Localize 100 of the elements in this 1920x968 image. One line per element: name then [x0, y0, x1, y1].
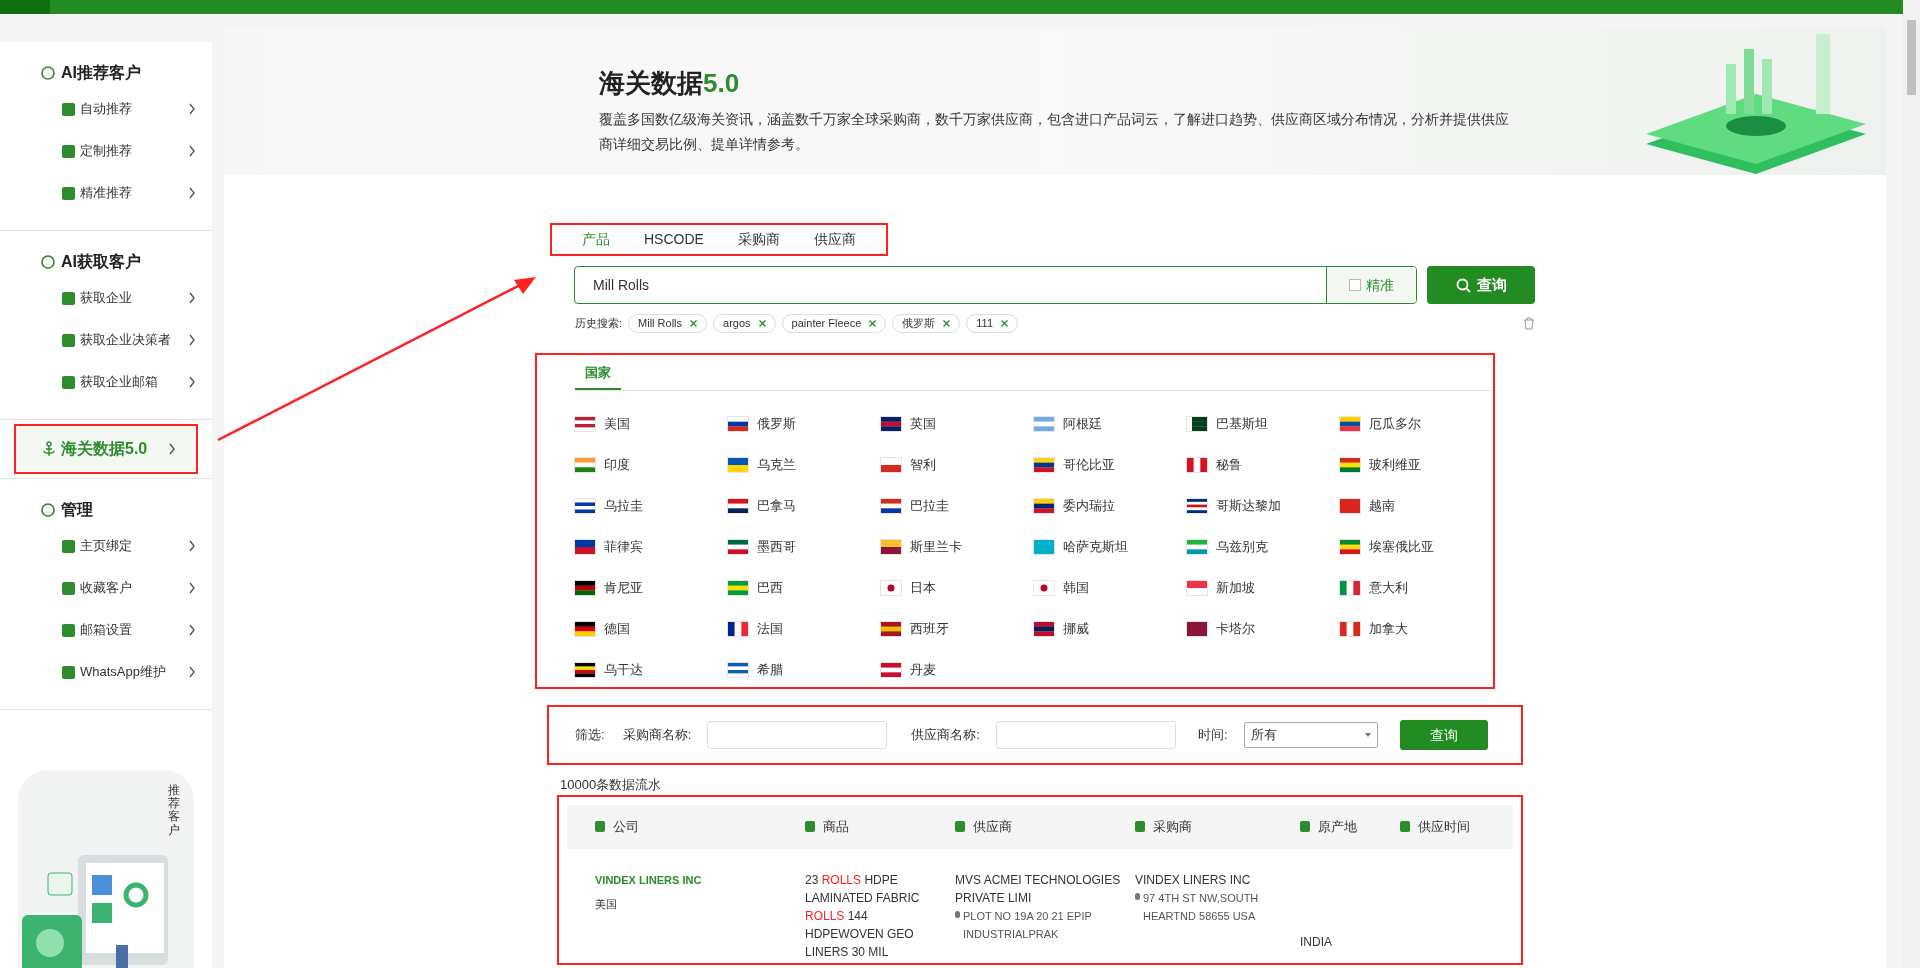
- promo-caption: 推荐客户: [168, 784, 180, 837]
- search-button[interactable]: 查询: [1427, 266, 1535, 304]
- flag-icon: [1187, 458, 1207, 472]
- section-icon: [40, 254, 56, 270]
- flag-icon: [1034, 458, 1054, 472]
- country-link[interactable]: 肯尼亚: [604, 578, 643, 598]
- supplier-input[interactable]: [995, 721, 1176, 749]
- country-link[interactable]: 哥伦比亚: [1063, 455, 1115, 475]
- country-link[interactable]: 乌干达: [604, 660, 643, 680]
- country-link[interactable]: 阿根廷: [1063, 414, 1102, 434]
- menu-item[interactable]: 自动推荐: [0, 88, 212, 130]
- search-field[interactable]: Mill Rolls 精准: [574, 266, 1417, 304]
- country-link[interactable]: 埃塞俄比亚: [1369, 537, 1434, 557]
- country-link[interactable]: 乌拉圭: [604, 496, 643, 516]
- country-link[interactable]: 希腊: [757, 660, 783, 680]
- country-link[interactable]: 乌克兰: [757, 455, 796, 475]
- flag-icon: [575, 663, 595, 677]
- country-link[interactable]: 英国: [910, 414, 936, 434]
- chevron-right-icon: [168, 443, 176, 455]
- menu-item[interactable]: 获取企业决策者: [0, 319, 212, 361]
- country-link[interactable]: 意大利: [1369, 578, 1408, 598]
- country-link[interactable]: 卡塔尔: [1216, 619, 1255, 639]
- remove-icon[interactable]: [943, 320, 951, 327]
- flag-icon: [728, 622, 748, 636]
- country-link[interactable]: 德国: [604, 619, 630, 639]
- section-icon: [40, 502, 56, 518]
- country-link[interactable]: 菲律宾: [604, 537, 643, 557]
- menu-item-icon: [62, 623, 75, 637]
- page-description: 覆盖多国数亿级海关资讯，涵盖数千万家全球采购商，数千万家供应商，包含进口产品词云，了解进口趋势、供应商区域分布情况，分析并提供供应商详细交易比例、提单详情参考。: [599, 110, 1510, 154]
- country-link[interactable]: 智利: [910, 455, 936, 475]
- remove-icon[interactable]: [758, 320, 766, 327]
- search-icon: [1455, 277, 1471, 293]
- country-link[interactable]: 巴西: [757, 578, 783, 598]
- supplier-name: MVS ACMEI TECHNOLOGIES PRIVATE LIMI: [955, 871, 1122, 907]
- flag-icon: [728, 417, 748, 431]
- anchor-icon: [42, 441, 56, 457]
- flag-icon: [1187, 540, 1207, 554]
- country-link[interactable]: 俄罗斯: [757, 414, 796, 434]
- buyer-input[interactable]: [707, 721, 888, 749]
- column-icon: [805, 821, 815, 832]
- country-link[interactable]: 印度: [604, 455, 630, 475]
- menu-item[interactable]: WhatsApp维护: [0, 651, 212, 693]
- remove-icon[interactable]: [1001, 320, 1009, 327]
- column-header: 公司: [613, 817, 639, 836]
- country-link[interactable]: 玻利维亚: [1369, 455, 1421, 475]
- menu-item[interactable]: 邮箱设置: [0, 609, 212, 651]
- flag-icon: [1034, 417, 1054, 431]
- country-link[interactable]: 乌兹别克: [1216, 537, 1268, 557]
- remove-icon[interactable]: [690, 320, 698, 327]
- chevron-right-icon: [188, 666, 196, 678]
- country-link[interactable]: 秘鲁: [1216, 455, 1242, 475]
- remove-icon[interactable]: [869, 320, 877, 327]
- country-link[interactable]: 斯里兰卡: [910, 537, 962, 557]
- menu-item[interactable]: 海关数据5.0: [16, 426, 196, 472]
- chevron-right-icon: [188, 145, 196, 157]
- country-link[interactable]: 越南: [1369, 496, 1395, 516]
- trash-icon[interactable]: [1523, 317, 1535, 330]
- menu-item[interactable]: 获取企业邮箱: [0, 361, 212, 403]
- filter-search-button[interactable]: 查询: [1399, 720, 1488, 750]
- country-tab[interactable]: 国家: [575, 362, 621, 390]
- country-link[interactable]: 哈萨克斯坦: [1063, 537, 1128, 557]
- country-link[interactable]: 法国: [757, 619, 783, 639]
- country-link[interactable]: 美国: [604, 414, 630, 434]
- chevron-right-icon: [188, 187, 196, 199]
- exact-checkbox[interactable]: 精准: [1326, 267, 1416, 303]
- search-tab[interactable]: 采购商: [737, 229, 780, 250]
- search-tab[interactable]: HSCODE: [644, 229, 704, 250]
- menu-item-icon: [62, 581, 75, 595]
- country-link[interactable]: 墨西哥: [757, 537, 796, 557]
- country-link[interactable]: 巴拿马: [757, 496, 796, 516]
- menu-item[interactable]: 收藏客户: [0, 567, 212, 609]
- menu-item[interactable]: 获取企业: [0, 277, 212, 319]
- country-link[interactable]: 韩国: [1063, 578, 1089, 598]
- flag-icon: [1187, 622, 1207, 636]
- time-select[interactable]: 所有: [1243, 722, 1378, 748]
- menu-item[interactable]: 定制推荐: [0, 130, 212, 172]
- country-link[interactable]: 日本: [910, 578, 936, 598]
- column-header: 采购商: [1153, 817, 1192, 836]
- country-link[interactable]: 新加坡: [1216, 578, 1255, 598]
- flag-icon: [1187, 581, 1207, 595]
- menu-item-icon: [62, 102, 75, 116]
- flag-icon: [1034, 622, 1054, 636]
- country-link[interactable]: 挪威: [1063, 619, 1089, 639]
- search-tab[interactable]: 产品: [582, 229, 610, 250]
- country-link[interactable]: 巴基斯坦: [1216, 414, 1268, 434]
- country-link[interactable]: 西班牙: [910, 619, 949, 639]
- country-link[interactable]: 巴拉圭: [910, 496, 949, 516]
- flag-icon: [575, 499, 595, 513]
- country-link[interactable]: 加拿大: [1369, 619, 1408, 639]
- country-link[interactable]: 委内瑞拉: [1063, 496, 1115, 516]
- column-header: 供应时间: [1418, 817, 1470, 836]
- menu-item[interactable]: 主页绑定: [0, 525, 212, 567]
- country-link[interactable]: 丹麦: [910, 660, 936, 680]
- country-link[interactable]: 哥斯达黎加: [1216, 496, 1281, 516]
- country-link[interactable]: 厄瓜多尔: [1369, 414, 1421, 434]
- menu-item-icon: [62, 144, 75, 158]
- menu-item[interactable]: 精准推荐: [0, 172, 212, 214]
- search-tab[interactable]: 供应商: [813, 229, 856, 250]
- menu-item-icon: [62, 333, 75, 347]
- company-link[interactable]: VINDEX LINERS INC: [595, 870, 805, 889]
